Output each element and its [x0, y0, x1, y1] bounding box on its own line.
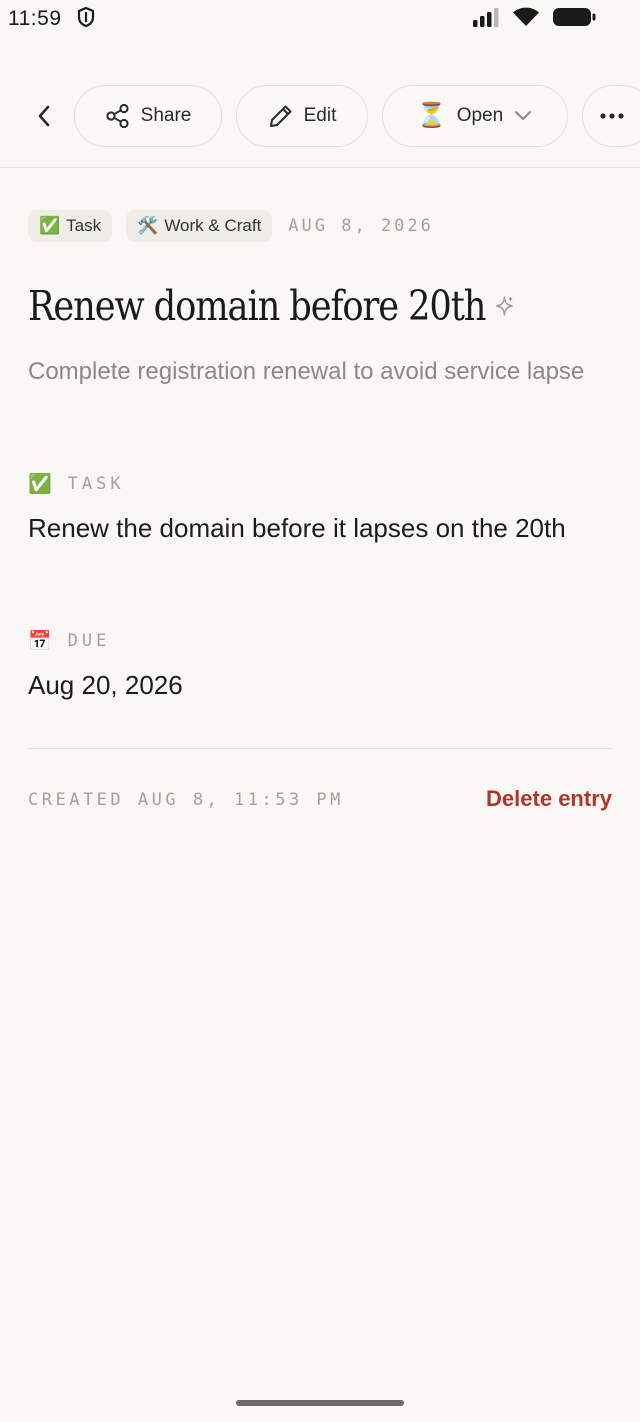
status-time: 11:59 — [8, 7, 62, 30]
shield-icon — [76, 6, 96, 33]
status-right — [472, 6, 596, 33]
edit-button[interactable]: Edit — [236, 85, 368, 147]
more-button[interactable] — [582, 85, 640, 147]
status-left: 11:59 — [8, 6, 96, 33]
created-timestamp: CREATED AUG 8, 11:53 PM — [28, 790, 344, 810]
share-label: Share — [140, 105, 192, 126]
delete-entry-button[interactable]: Delete entry — [486, 786, 612, 812]
hourglass-icon: ⏳ — [416, 102, 447, 129]
status-dropdown[interactable]: ⏳ Open — [382, 85, 568, 147]
task-section-label: ✅ TASK — [28, 472, 125, 495]
sparkle-icon[interactable] — [494, 294, 515, 318]
check-icon: ✅ — [39, 216, 61, 235]
tag-category[interactable]: 🛠️ Work & Craft — [126, 210, 273, 242]
signal-icon — [472, 7, 500, 32]
pencil-icon — [269, 105, 292, 127]
tag-type-label: Task — [66, 216, 102, 235]
tag-type[interactable]: ✅ Task — [28, 210, 113, 242]
tag-category-label: Work & Craft — [164, 216, 262, 235]
toolbar: Share Edit ⏳ Open — [0, 85, 640, 147]
more-icon — [600, 113, 624, 119]
status-dropdown-label: Open — [456, 105, 504, 126]
status-bar: 11:59 — [0, 0, 640, 38]
share-icon — [106, 103, 129, 129]
tools-icon: 🛠️ — [137, 216, 159, 235]
calendar-icon: 📅 — [28, 630, 52, 652]
due-label-text: DUE — [67, 630, 111, 651]
due-value: Aug 20, 2026 — [28, 670, 183, 700]
entry-subtitle: Complete registration renewal to avoid s… — [28, 358, 585, 385]
footer-divider — [28, 748, 612, 749]
task-label-text: TASK — [67, 473, 125, 494]
chevron-down-icon — [515, 111, 532, 120]
task-value: Renew the domain before it lapses on the… — [28, 513, 566, 543]
check-icon: ✅ — [28, 473, 52, 495]
page-title: Renew domain before 20th — [28, 282, 515, 330]
home-indicator[interactable] — [236, 1400, 404, 1406]
chevron-left-icon — [38, 105, 50, 127]
back-button[interactable] — [26, 99, 62, 133]
due-section-label: 📅 DUE — [28, 629, 110, 652]
toolbar-divider — [0, 167, 640, 168]
edit-label: Edit — [303, 105, 337, 126]
title-text: Renew domain before 20th — [28, 282, 487, 330]
battery-icon — [552, 6, 596, 33]
tag-row: ✅ Task 🛠️ Work & Craft AUG 8, 2026 — [28, 210, 434, 242]
share-button[interactable]: Share — [74, 85, 222, 147]
entry-date: AUG 8, 2026 — [288, 216, 434, 236]
wifi-icon — [512, 6, 540, 33]
